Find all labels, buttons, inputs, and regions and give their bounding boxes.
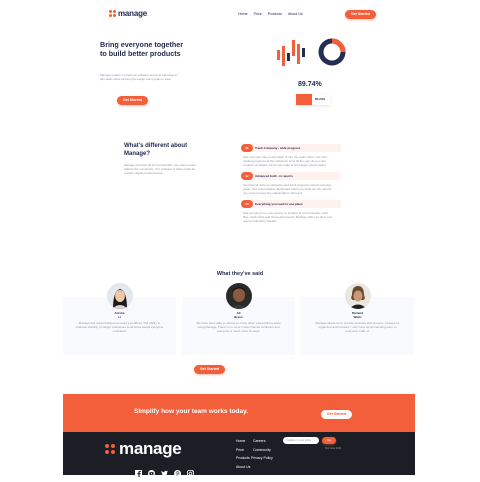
bar-chart-illustration — [277, 40, 305, 66]
testimonial-card: Ali Bravo We have been able to cancel so … — [182, 283, 295, 355]
feature-number-badge: 02 — [241, 172, 253, 180]
feature-description: Stop jumping from one service to another… — [243, 211, 333, 223]
testimonial-quote: We have been able to cancel so many othe… — [196, 321, 281, 333]
avatar-ali — [225, 283, 252, 309]
feature-header: 03 Everything you need in one place — [241, 200, 341, 208]
cta-banner-get-started-button[interactable]: Get Started — [321, 410, 352, 419]
feature-item: 03 Everything you need in one place Stop… — [241, 200, 341, 223]
newsletter-email-input[interactable]: Updates in your inbox... — [283, 437, 319, 444]
feature-item: 02 Advanced built - in reports Set inter… — [241, 172, 341, 195]
avatar-richard — [344, 283, 371, 309]
nav-link-price[interactable]: Price — [254, 12, 262, 16]
stat-percent: 89.74% — [298, 81, 322, 88]
different-text: Manage provides all the functionality yo… — [124, 163, 197, 175]
feature-title: Everything you need in one place — [255, 202, 303, 206]
testimonial-quote: Manage allows us to provide structure an… — [315, 321, 400, 333]
cta-banner-text: Simplify how your team works today. — [134, 408, 249, 415]
feature-number-badge: 01 — [241, 144, 253, 152]
nav-link-about-us[interactable]: About Us — [288, 12, 303, 16]
testimonial-card: Anisha Li Manage has supercharged our tea… — [63, 283, 176, 355]
nav-link-products[interactable]: Products — [268, 12, 282, 16]
feature-title: Advanced built - in reports — [255, 174, 294, 178]
youtube-icon[interactable] — [148, 464, 155, 477]
logo-mark-icon — [109, 10, 116, 17]
logo-mark-icon — [105, 444, 115, 454]
feature-description: See how your day-to-day tasks fit into t… — [243, 155, 328, 167]
newsletter-go-button[interactable]: Go — [322, 437, 336, 444]
testimonials-get-started-button[interactable]: Get Started — [194, 365, 225, 374]
nav-link-home[interactable]: Home — [238, 12, 248, 16]
header-get-started-button[interactable]: Get Started — [345, 10, 376, 19]
footer-logo[interactable]: manage — [105, 439, 182, 459]
footer-link-home[interactable]: Home — [236, 439, 253, 443]
logo-text: manage — [118, 9, 148, 18]
hero-get-started-button[interactable]: Get Started — [117, 96, 148, 105]
avatar-anisha — [106, 283, 133, 309]
twitter-icon[interactable] — [161, 464, 168, 477]
footer-link-community[interactable]: Community — [253, 448, 283, 452]
feature-item: 01 Track Company - wide progress See how… — [241, 144, 341, 167]
testimonial-card: Richard Watts Manage allows us to provide… — [301, 283, 414, 355]
donut-chart-illustration — [318, 38, 346, 66]
hero-subtitle: Manage makes it simple for software team… — [100, 73, 178, 81]
hero-title: Bring everyone together to build better … — [100, 40, 184, 58]
pinterest-icon[interactable] — [174, 464, 181, 477]
footer-link-careers[interactable]: Careers — [253, 439, 283, 443]
testimonial-name: Richard Watts — [351, 311, 364, 319]
feature-header: 01 Track Company - wide progress — [241, 144, 341, 152]
different-title: What's different about Manage? — [124, 143, 188, 157]
main-nav: Home Price Products About Us — [238, 12, 303, 16]
progress-bar-value: 85.20% — [315, 97, 326, 101]
facebook-icon[interactable] — [135, 464, 142, 477]
footer-links: Home Careers Price Community Products Pr… — [236, 439, 283, 469]
feature-title: Track Company - wide progress — [255, 146, 301, 150]
logo[interactable]: manage — [109, 9, 147, 18]
footer-link-about-us[interactable]: About Us — [236, 465, 253, 469]
feature-number-badge: 03 — [241, 200, 253, 208]
cta-banner: Simplify how your team works today. Get … — [63, 394, 415, 432]
copyright-text: Myrnette 2021 — [325, 447, 342, 450]
footer-link-privacy-policy[interactable]: Privacy Policy — [251, 456, 283, 460]
progress-bar-fill — [296, 94, 312, 105]
footer-logo-text: manage — [119, 439, 182, 458]
testimonial-name: Ali Bravo — [234, 311, 243, 319]
testimonial-name: Anisha Li — [114, 311, 125, 319]
footer: manage Home Careers Price Community Prod… — [63, 432, 415, 477]
testimonial-quote: Manage has supercharged our team's workf… — [75, 321, 164, 333]
testimonials-title: What they've said — [216, 271, 264, 277]
footer-link-price[interactable]: Price — [236, 448, 253, 452]
instagram-icon[interactable] — [187, 464, 194, 477]
feature-header: 02 Advanced built - in reports — [241, 172, 341, 180]
feature-description: Set internal delivery estimates and trac… — [243, 183, 332, 195]
social-links — [135, 464, 194, 477]
